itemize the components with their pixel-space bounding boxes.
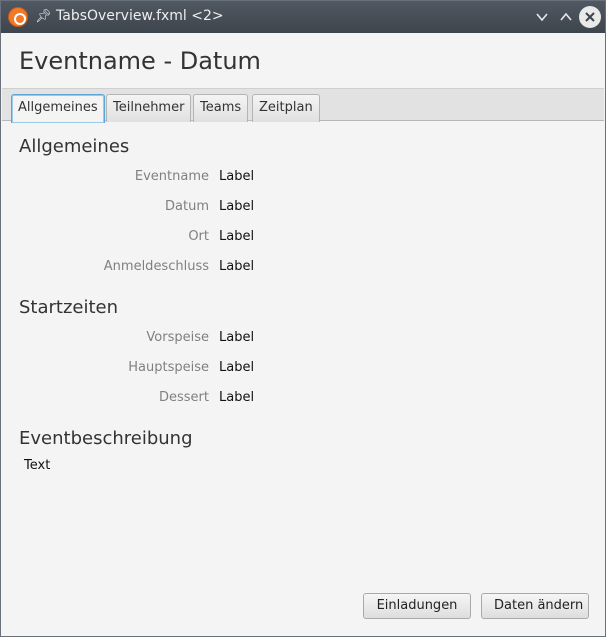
chevron-down-icon: [536, 13, 548, 22]
tab-teams[interactable]: Teams: [193, 94, 249, 122]
title-bar[interactable]: 📌︎ TabsOverview.fxml <2>: [1, 1, 605, 33]
field-label-ort: Ort: [188, 229, 209, 244]
field-value-datum: Label: [219, 199, 255, 214]
field-value-ort: Label: [219, 229, 255, 244]
field-label-dessert: Dessert: [159, 390, 209, 405]
section-title-general: Allgemeines: [19, 136, 130, 157]
tab-bar: Allgemeines Teilnehmer Teams Zeitplan: [2, 88, 604, 123]
tab-zeitplan[interactable]: Zeitplan: [252, 94, 320, 122]
close-button[interactable]: [579, 6, 601, 28]
field-value-hauptspeise: Label: [219, 360, 255, 375]
field-label-eventname: Eventname: [134, 169, 209, 184]
event-description-text: Text: [24, 458, 51, 473]
chevron-up-icon: [560, 12, 572, 21]
pin-icon[interactable]: 📌︎: [35, 9, 52, 24]
field-label-hauptspeise: Hauptspeise: [128, 360, 209, 375]
window-title: TabsOverview.fxml <2>: [56, 8, 224, 24]
tab-allgemeines[interactable]: Allgemeines: [11, 94, 105, 123]
minimize-button[interactable]: [532, 7, 552, 27]
field-label-vorspeise: Vorspeise: [146, 330, 209, 345]
ubuntu-logo-icon[interactable]: [8, 7, 28, 27]
section-title-description: Eventbeschreibung: [19, 428, 193, 449]
page-title: Eventname - Datum: [19, 47, 261, 75]
field-value-anmeldeschluss: Label: [219, 259, 255, 274]
maximize-button[interactable]: [556, 7, 576, 27]
app-window: 📌︎ TabsOverview.fxml <2> Eventname - Dat…: [0, 0, 606, 637]
section-title-start-times: Startzeiten: [19, 297, 119, 318]
edit-data-button[interactable]: Daten ändern: [481, 593, 589, 619]
close-icon: [585, 12, 595, 22]
invitations-button[interactable]: Einladungen: [363, 593, 471, 619]
field-label-anmeldeschluss: Anmeldeschluss: [103, 259, 209, 274]
field-value-vorspeise: Label: [219, 330, 255, 345]
field-value-dessert: Label: [219, 390, 255, 405]
field-value-eventname: Label: [219, 169, 255, 184]
tab-teilnehmer[interactable]: Teilnehmer: [106, 94, 192, 122]
field-label-datum: Datum: [165, 199, 209, 214]
